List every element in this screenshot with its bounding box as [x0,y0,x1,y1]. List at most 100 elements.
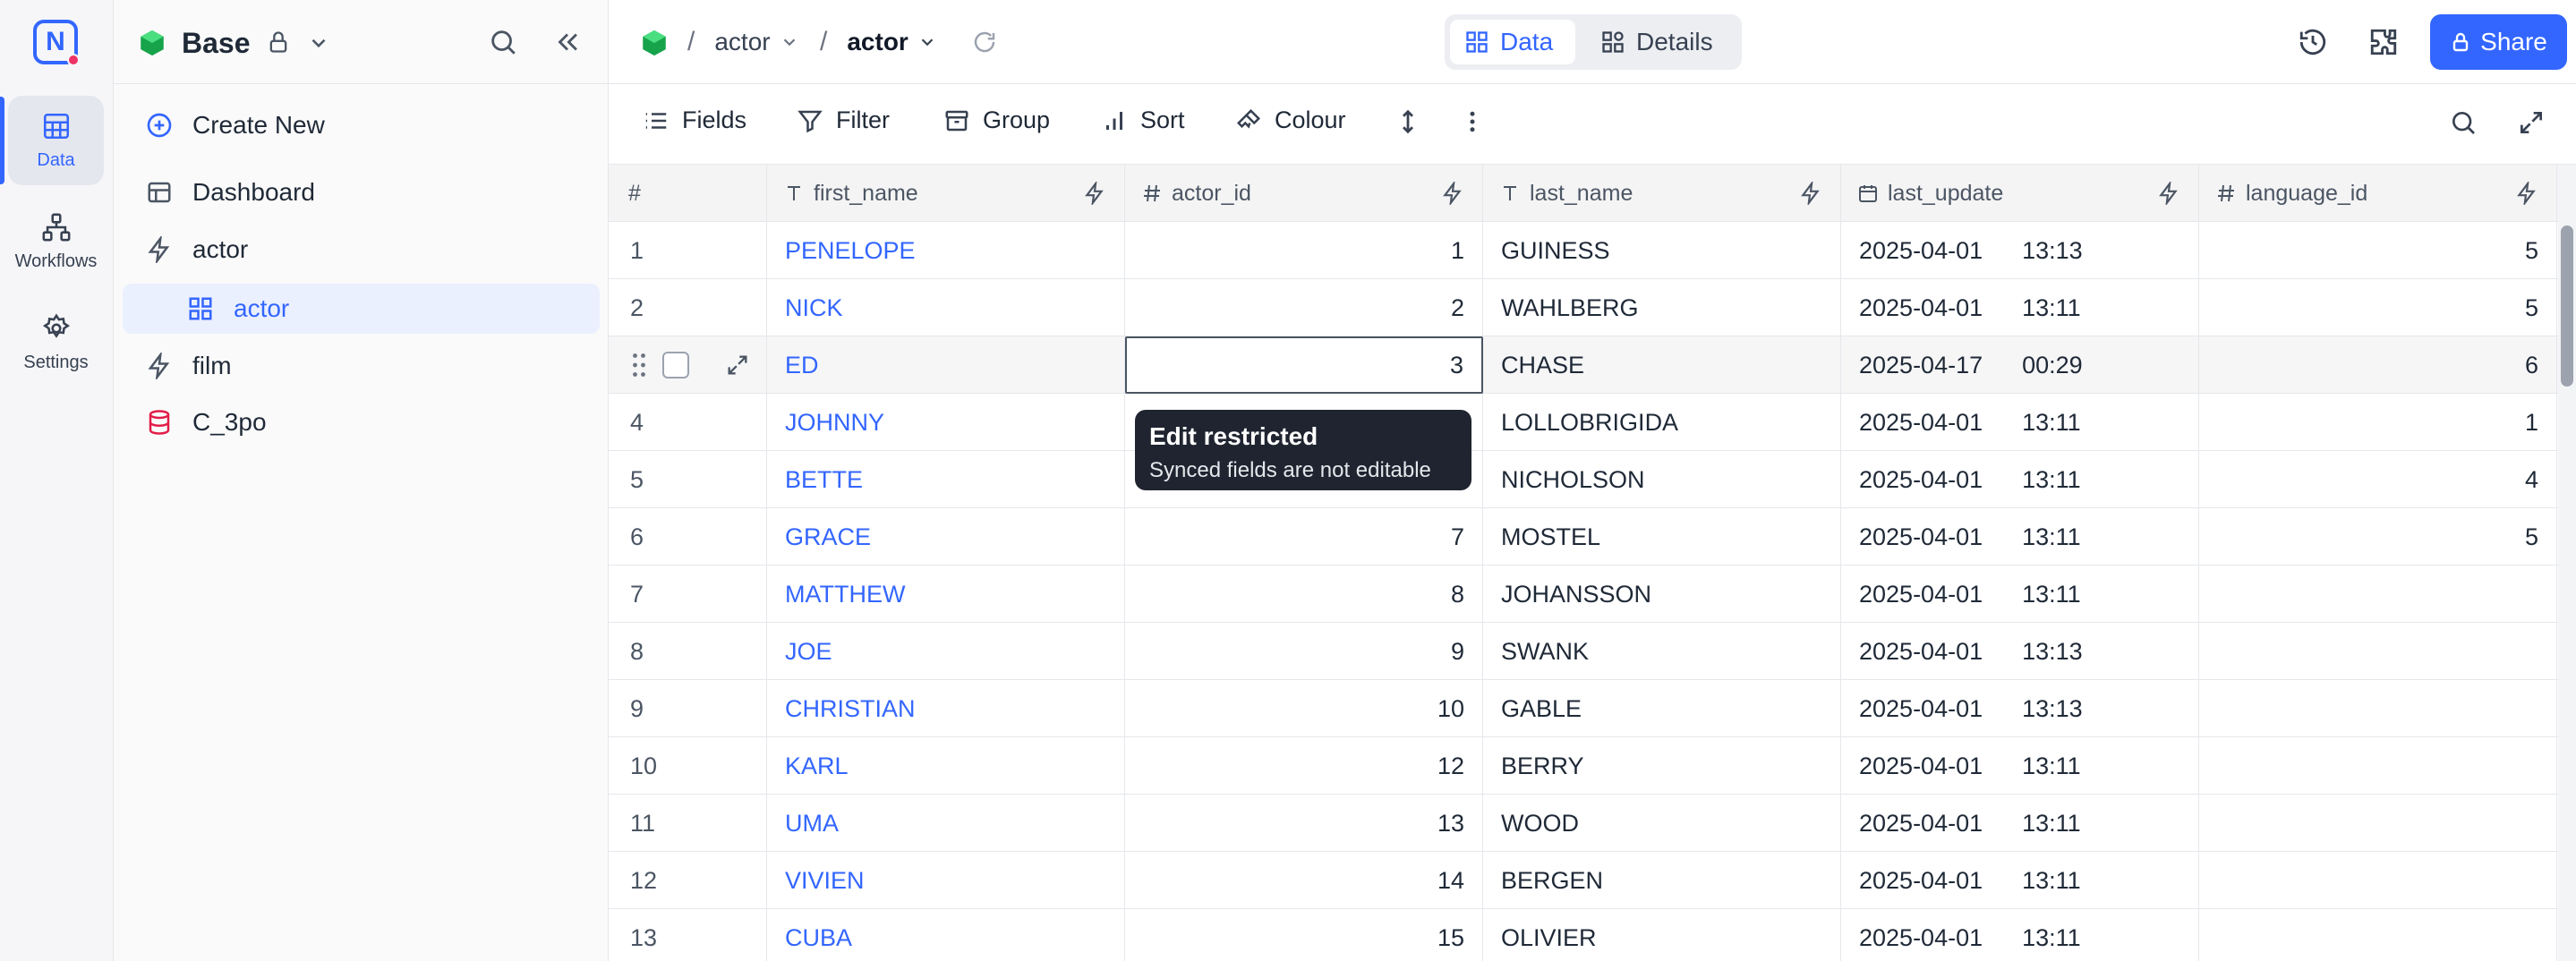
expand-record-icon[interactable] [725,353,750,378]
column-header-first-name[interactable]: first_name [767,165,1125,222]
breadcrumb-view[interactable]: / actor [820,27,937,57]
cell-last-update[interactable]: 2025-04-01 13:13 [1841,680,2199,737]
cell-first-name[interactable]: CHRISTIAN [767,680,1125,737]
cell-last-name[interactable]: JOHANSSON [1483,566,1841,623]
puzzle-extension-icon[interactable] [2368,27,2399,57]
tab-data[interactable]: Data [1450,20,1575,64]
cell-language-id[interactable]: 4 [2199,451,2557,508]
cell-first-name[interactable]: JOHNNY [767,394,1125,451]
cell-language-id[interactable]: 5 [2199,279,2557,336]
cell-actor-id[interactable]: 2 [1125,279,1483,336]
cell-language-id[interactable] [2199,566,2557,623]
table-row[interactable]: 9 CHRISTIAN 10 GABLE 2025-04-01 13:13 [609,680,2576,737]
cell-actor-id[interactable]: 7 [1125,508,1483,566]
tab-details[interactable]: Details [1586,20,1738,64]
table-row[interactable]: 6 GRACE 7 MOSTEL 2025-04-01 13:11 5 [609,508,2576,566]
lock-icon[interactable] [266,30,291,55]
cell-last-name[interactable]: GABLE [1483,680,1841,737]
cell-first-name[interactable]: BETTE [767,451,1125,508]
column-header-actor-id[interactable]: actor_id [1125,165,1483,222]
breadcrumb-table[interactable]: / actor [687,27,799,57]
cell-actor-id[interactable]: 8 [1125,566,1483,623]
row-checkbox[interactable] [662,352,689,378]
group-button[interactable]: Group [943,106,1050,134]
scrollbar-thumb[interactable] [2561,225,2573,387]
cell-first-name[interactable]: PENELOPE [767,222,1125,279]
share-button[interactable]: Share [2430,14,2567,70]
table-row[interactable]: 13 CUBA 15 OLIVIER 2025-04-01 13:11 [609,909,2576,961]
cell-last-update[interactable]: 2025-04-17 00:29 [1841,336,2199,394]
cell-first-name[interactable]: NICK [767,279,1125,336]
cell-language-id[interactable]: 5 [2199,222,2557,279]
search-icon[interactable] [488,27,518,57]
cell-actor-id[interactable]: 3 [1125,336,1483,394]
cell-last-name[interactable]: CHASE [1483,336,1841,394]
cell-last-update[interactable]: 2025-04-01 13:11 [1841,737,2199,795]
rail-item-workflows[interactable]: Workflows [8,197,104,286]
cell-last-name[interactable]: NICHOLSON [1483,451,1841,508]
cell-language-id[interactable]: 6 [2199,336,2557,394]
rail-item-settings[interactable]: Settings [8,298,104,387]
cell-language-id[interactable] [2199,737,2557,795]
cell-last-name[interactable]: GUINESS [1483,222,1841,279]
table-row[interactable]: 1 PENELOPE 1 GUINESS 2025-04-01 13:13 5 [609,222,2576,279]
column-header-language-id[interactable]: language_id [2199,165,2557,222]
chevron-down-icon[interactable] [307,31,330,55]
cell-language-id[interactable] [2199,623,2557,680]
table-row[interactable]: 7 MATTHEW 8 JOHANSSON 2025-04-01 13:11 [609,566,2576,623]
cell-last-update[interactable]: 2025-04-01 13:13 [1841,623,2199,680]
cell-actor-id[interactable]: 12 [1125,737,1483,795]
row-height-icon[interactable] [1395,108,1421,135]
cell-first-name[interactable]: MATTHEW [767,566,1125,623]
table-row[interactable]: 10 KARL 12 BERRY 2025-04-01 13:11 [609,737,2576,795]
refresh-icon[interactable] [971,29,998,55]
table-row[interactable]: ED 3 CHASE 2025-04-17 00:29 6 [609,336,2576,394]
cell-last-name[interactable]: BERRY [1483,737,1841,795]
cell-last-name[interactable]: LOLLOBRIGIDA [1483,394,1841,451]
cell-language-id[interactable]: 1 [2199,394,2557,451]
cell-last-update[interactable]: 2025-04-01 13:11 [1841,566,2199,623]
cell-last-update[interactable]: 2025-04-01 13:11 [1841,394,2199,451]
collapse-sidebar-icon[interactable] [552,27,583,57]
cell-language-id[interactable] [2199,795,2557,852]
create-new-button[interactable]: Create New [123,100,600,150]
cell-last-name[interactable]: SWANK [1483,623,1841,680]
table-row[interactable]: 5 BETTE NICHOLSON 2025-04-01 13:11 4 [609,451,2576,508]
table-row[interactable]: 8 JOE 9 SWANK 2025-04-01 13:13 [609,623,2576,680]
cell-last-update[interactable]: 2025-04-01 13:11 [1841,795,2199,852]
cell-language-id[interactable] [2199,909,2557,961]
cell-last-update[interactable]: 2025-04-01 13:11 [1841,852,2199,909]
sidebar-item-actor-table[interactable]: actor [123,284,600,334]
table-row[interactable]: 11 UMA 13 WOOD 2025-04-01 13:11 [609,795,2576,852]
cell-last-name[interactable]: BERGEN [1483,852,1841,909]
colour-button[interactable]: Colour [1235,106,1346,134]
fields-button[interactable]: Fields [643,106,746,134]
cell-first-name[interactable]: UMA [767,795,1125,852]
search-icon[interactable] [2449,108,2478,137]
cell-last-update[interactable]: 2025-04-01 13:11 [1841,909,2199,961]
cell-language-id[interactable] [2199,680,2557,737]
cell-actor-id[interactable]: 9 [1125,623,1483,680]
rail-item-data[interactable]: Data [8,96,104,185]
column-header-last-update[interactable]: last_update [1841,165,2199,222]
cell-last-update[interactable]: 2025-04-01 13:11 [1841,508,2199,566]
cell-first-name[interactable]: VIVIEN [767,852,1125,909]
sidebar-item-film[interactable]: film [123,341,600,391]
cell-first-name[interactable]: CUBA [767,909,1125,961]
cell-last-name[interactable]: MOSTEL [1483,508,1841,566]
filter-button[interactable]: Filter [797,106,890,134]
sidebar-item-c3po[interactable]: C_3po [123,397,600,447]
cell-first-name[interactable]: KARL [767,737,1125,795]
cell-actor-id[interactable]: 13 [1125,795,1483,852]
cell-actor-id[interactable]: 10 [1125,680,1483,737]
cell-last-name[interactable]: WAHLBERG [1483,279,1841,336]
cell-last-update[interactable]: 2025-04-01 13:13 [1841,222,2199,279]
cell-last-update[interactable]: 2025-04-01 13:11 [1841,451,2199,508]
cell-last-update[interactable]: 2025-04-01 13:11 [1841,279,2199,336]
cell-first-name[interactable]: ED [767,336,1125,394]
app-logo[interactable]: N [33,20,80,66]
column-header-last-name[interactable]: last_name [1483,165,1841,222]
cell-language-id[interactable]: 5 [2199,508,2557,566]
drag-handle-icon[interactable] [628,352,650,378]
expand-icon[interactable] [2517,108,2546,137]
